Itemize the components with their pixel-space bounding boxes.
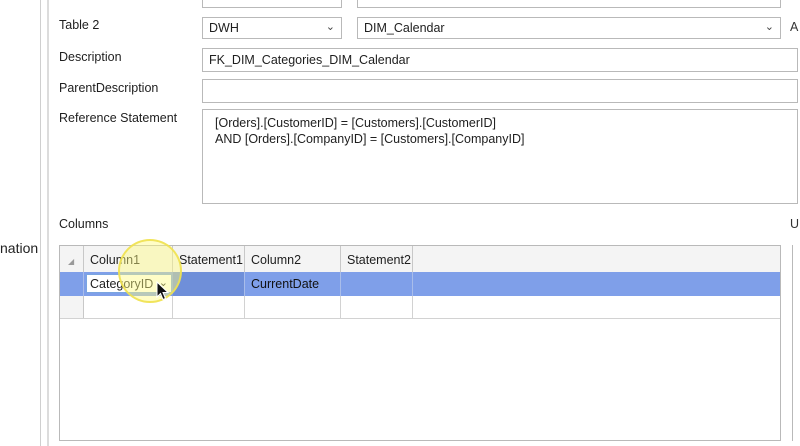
- header-column2-label: Column2: [251, 253, 302, 267]
- top-cut-field-2[interactable]: [357, 0, 781, 8]
- reference-statement-textarea[interactable]: [Orders].[CustomerID] = [Customers].[Cus…: [202, 109, 798, 204]
- table2-schema-value: DWH: [209, 21, 239, 35]
- mouse-pointer-icon: [156, 281, 170, 301]
- table2-label: Table 2: [59, 18, 100, 32]
- panel-divider-secondary: [47, 0, 49, 446]
- click-highlight: [118, 239, 182, 303]
- column2-cell[interactable]: CurrentDate: [245, 272, 341, 296]
- header-statement1[interactable]: Statement1: [173, 246, 245, 272]
- description-value: FK_DIM_Categories_DIM_Calendar: [209, 53, 410, 67]
- column2-value: CurrentDate: [251, 277, 320, 291]
- header-statement2[interactable]: Statement2: [341, 246, 413, 272]
- table2-table-value: DIM_Calendar: [364, 21, 445, 35]
- grid-corner[interactable]: ◢: [60, 246, 84, 272]
- reference-statement-line-2: AND [Orders].[CompanyID] = [Customers].[…: [215, 132, 525, 146]
- chevron-down-icon[interactable]: ⌄: [326, 20, 335, 33]
- right-cut-label-u: U: [790, 217, 800, 231]
- select-all-triangle-icon[interactable]: ◢: [68, 257, 74, 266]
- right-cut-label-a: A: [790, 20, 799, 34]
- header-statement2-label: Statement2: [347, 253, 411, 267]
- row-header[interactable]: [60, 272, 84, 296]
- parent-description-label: ParentDescription: [59, 81, 159, 95]
- header-statement1-label: Statement1: [179, 253, 243, 267]
- new-row-statement2-cell[interactable]: [341, 296, 413, 318]
- description-label: Description: [59, 50, 122, 64]
- description-input[interactable]: FK_DIM_Categories_DIM_Calendar: [202, 48, 798, 72]
- top-cut-field-1[interactable]: [202, 0, 342, 8]
- table2-schema-combo[interactable]: DWH ⌄: [202, 17, 342, 39]
- header-column2[interactable]: Column2: [245, 246, 341, 272]
- new-row-statement1-cell[interactable]: [173, 296, 245, 318]
- parent-description-input[interactable]: [202, 79, 798, 103]
- statement2-cell[interactable]: [341, 272, 413, 296]
- new-row-column2-cell[interactable]: [245, 296, 341, 318]
- panel-divider: [40, 0, 41, 446]
- table2-table-combo[interactable]: DIM_Calendar ⌄: [357, 17, 781, 39]
- statement1-cell[interactable]: [173, 272, 245, 296]
- chevron-down-icon[interactable]: ⌄: [765, 20, 774, 33]
- adjacent-panel-border: [792, 245, 793, 441]
- new-row-header[interactable]: [60, 296, 84, 318]
- reference-statement-label: Reference Statement: [59, 111, 178, 125]
- reference-statement-line-1: [Orders].[CustomerID] = [Customers].[Cus…: [215, 116, 496, 130]
- left-panel-partial-label: nation: [0, 240, 39, 256]
- columns-label: Columns: [59, 217, 109, 231]
